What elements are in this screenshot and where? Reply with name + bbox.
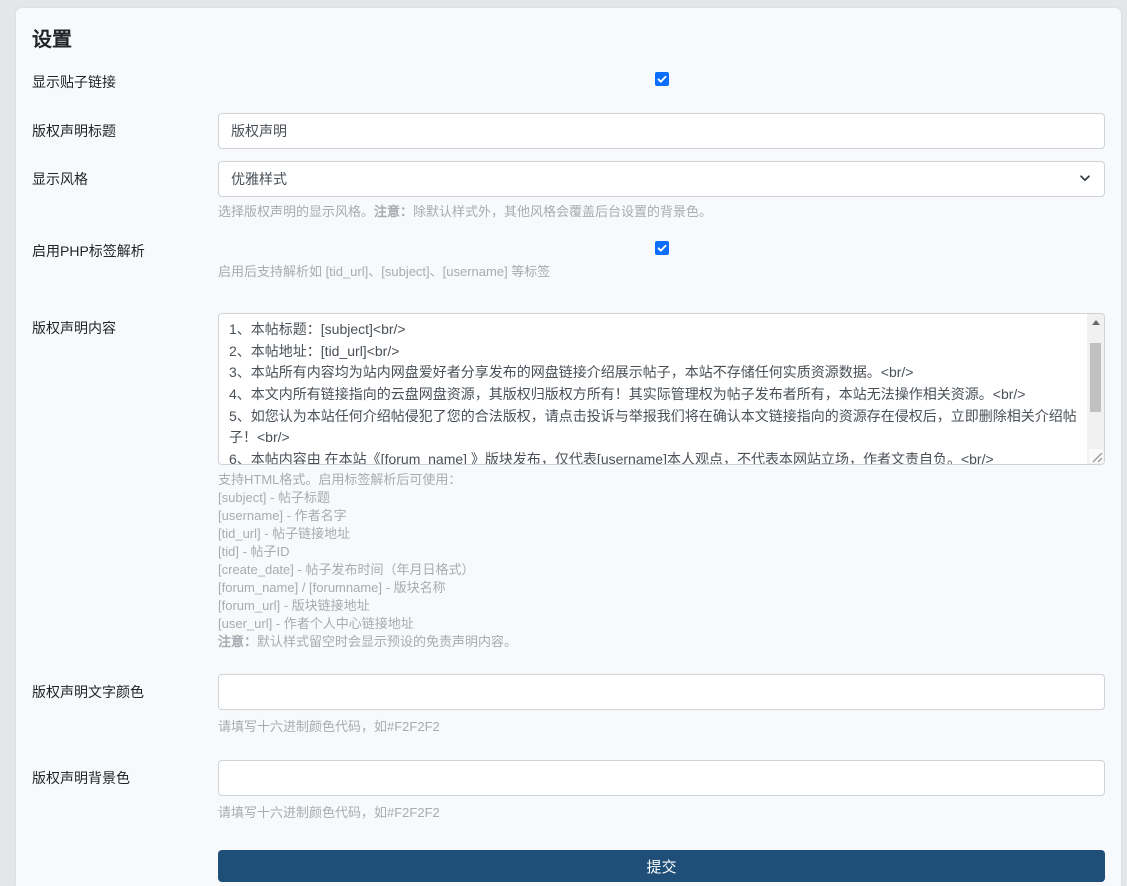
show-post-link-label: 显示贴子链接	[32, 74, 116, 90]
row-show-post-link: 显示贴子链接	[32, 72, 1105, 92]
scrollbar-thumb[interactable]	[1090, 342, 1101, 413]
display-style-label: 显示风格	[32, 171, 88, 187]
php-tags-label: 启用PHP标签解析	[32, 243, 145, 259]
copyright-title-input[interactable]	[218, 113, 1105, 149]
copyright-title-label: 版权声明标题	[32, 123, 116, 139]
page-title: 设置	[32, 29, 72, 51]
copyright-content-label: 版权声明内容	[32, 320, 116, 336]
row-bg-color: 版权声明背景色 请填写十六进制颜色代码，如#F2F2F2	[32, 760, 1105, 822]
resize-grip-icon[interactable]	[1089, 449, 1103, 463]
submit-button[interactable]: 提交	[218, 850, 1105, 882]
settings-panel: 设置 显示贴子链接 版权声明标题 显示风格 优雅样式 选择版权声明的显示风格。注…	[16, 8, 1121, 886]
row-text-color: 版权声明文字颜色 请填写十六进制颜色代码，如#F2F2F2	[32, 674, 1105, 736]
text-color-input[interactable]	[218, 674, 1105, 710]
display-style-help: 选择版权声明的显示风格。注意：除默认样式外，其他风格会覆盖后台设置的背景色。	[218, 204, 713, 219]
copyright-content-text: 1、本帖标题：[subject]<br/> 2、本帖地址：[tid_url]<b…	[229, 321, 1077, 464]
check-icon	[656, 73, 668, 85]
php-tags-checkbox[interactable]	[654, 241, 669, 255]
row-php-tags: 启用PHP标签解析 启用后支持解析如 [tid_url]、[subject]、[…	[32, 241, 1105, 281]
copyright-content-textarea[interactable]: 1、本帖标题：[subject]<br/> 2、本帖地址：[tid_url]<b…	[218, 313, 1105, 465]
display-style-value: 优雅样式	[231, 171, 287, 187]
bg-color-label: 版权声明背景色	[32, 770, 130, 786]
show-post-link-checkbox[interactable]	[654, 72, 669, 86]
check-icon	[656, 242, 668, 254]
chevron-down-icon	[1078, 171, 1092, 188]
php-tags-help: 启用后支持解析如 [tid_url]、[subject]、[username] …	[218, 264, 551, 279]
copyright-content-help: 支持HTML格式。启用标签解析后可使用： [subject] - 帖子标题 [u…	[218, 472, 518, 649]
row-copyright-content: 版权声明内容 1、本帖标题：[subject]<br/> 2、本帖地址：[tid…	[32, 313, 1105, 651]
row-copyright-title: 版权声明标题	[32, 113, 1105, 149]
bg-color-input[interactable]	[218, 760, 1105, 796]
textarea-scrollbar[interactable]	[1087, 314, 1104, 464]
display-style-select[interactable]: 优雅样式	[218, 161, 1105, 197]
text-color-label: 版权声明文字颜色	[32, 684, 144, 700]
scroll-up-icon[interactable]	[1091, 320, 1100, 325]
bg-color-help: 请填写十六进制颜色代码，如#F2F2F2	[218, 805, 440, 820]
row-display-style: 显示风格 优雅样式 选择版权声明的显示风格。注意：除默认样式外，其他风格会覆盖后…	[32, 161, 1105, 221]
row-submit: 提交	[32, 850, 1105, 882]
text-color-help: 请填写十六进制颜色代码，如#F2F2F2	[218, 719, 440, 734]
